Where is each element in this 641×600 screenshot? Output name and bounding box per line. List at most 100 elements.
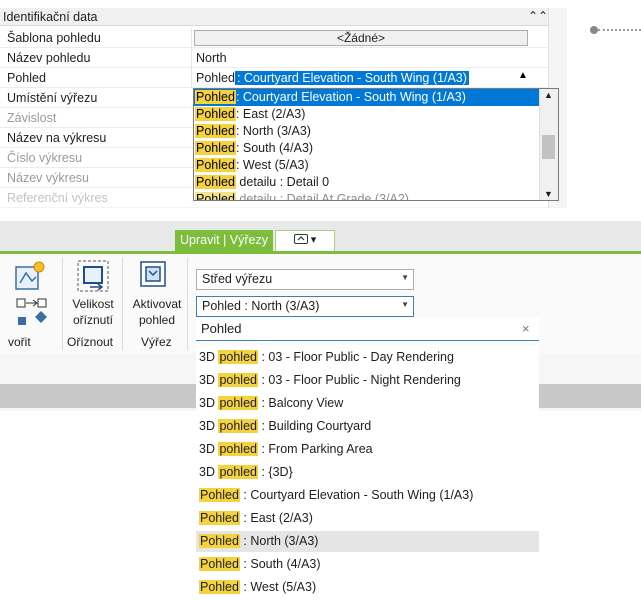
create-panel-title: vořit — [8, 335, 31, 349]
keyword-highlight: pohled — [218, 373, 258, 387]
keyword-highlight: Pohled — [199, 580, 240, 594]
keyword-highlight: Pohled — [195, 158, 236, 172]
dropdown-item-text: : East (2/A3) — [235, 107, 306, 121]
result-text: : 03 - Floor Public - Day Rendering — [258, 350, 454, 364]
search-result-item[interactable]: Pohled : West (5/A3) — [196, 577, 539, 598]
dropdown-item[interactable]: Pohled: West (5/A3) — [194, 157, 539, 174]
search-result-item[interactable]: 3D pohled : From Parking Area — [196, 439, 539, 460]
dropdown-item-text: : West (5/A3) — [235, 158, 309, 172]
clear-search-icon[interactable]: × — [522, 321, 530, 336]
search-result-item[interactable]: 3D pohled : Building Courtyard — [196, 416, 539, 437]
crop-size-icon[interactable] — [76, 259, 110, 296]
property-label: Referenční výkres — [7, 191, 108, 205]
dropdown-item[interactable]: Pohled: Courtyard Elevation - South Wing… — [194, 89, 539, 106]
keyword-highlight: Pohled — [199, 488, 240, 502]
create-view-icon[interactable] — [14, 259, 48, 296]
collapse-icon[interactable]: ⌃⌃ — [528, 9, 548, 23]
label-type-combo[interactable]: Střed výřezu ▼ — [196, 269, 414, 290]
view-template-button[interactable]: <Žádné> — [194, 30, 528, 46]
connector-line — [590, 26, 641, 34]
property-label: Závislost — [7, 111, 57, 125]
property-row-view-name: Název pohledu North — [0, 48, 548, 68]
connector-dotted-line — [598, 29, 641, 31]
view-dropdown-list[interactable]: Pohled: Courtyard Elevation - South Wing… — [193, 88, 559, 201]
keyword-highlight: Pohled — [199, 511, 240, 525]
search-result-item[interactable]: Pohled : Courtyard Elevation - South Win… — [196, 485, 539, 506]
search-result-item[interactable]: Pohled : North (3/A3) — [196, 531, 539, 552]
property-label: Název výkresu — [7, 171, 89, 185]
search-result-item[interactable]: Pohled : East (2/A3) — [196, 508, 539, 529]
tab-modify-viewports[interactable]: Upravit | Výřezy — [175, 230, 273, 251]
column-divider — [191, 48, 192, 68]
dropdown-item[interactable]: Pohled: North (3/A3) — [194, 123, 539, 140]
dropdown-item-text: detailu : Detail 0 — [235, 175, 330, 189]
result-text: : Building Courtyard — [258, 419, 372, 433]
search-result-item[interactable]: 3D pohled : 03 - Floor Public - Day Rend… — [196, 347, 539, 368]
result-prefix: 3D — [199, 350, 219, 364]
search-result-item[interactable]: Pohled : South (4/A3) — [196, 554, 539, 575]
property-label: Pohled — [7, 71, 46, 85]
chevron-down-icon[interactable]: ▼ — [401, 300, 409, 309]
properties-panel: Identifikační data ⌃⌃ Šablona pohledu <Ž… — [0, 0, 567, 208]
scroll-down-icon[interactable]: ▼ — [544, 189, 553, 199]
property-row-view: Pohled Pohled: Courtyard Elevation - Sou… — [0, 68, 548, 88]
label-type-combo-value: Střed výřezu — [202, 272, 273, 286]
keyword-highlight: pohled — [218, 442, 258, 456]
activate-view-icon[interactable] — [138, 259, 168, 294]
keyword-highlight: Pohled — [199, 557, 240, 571]
crop-size-label-2[interactable]: oříznutí — [68, 313, 118, 328]
dropdown-item-text: : North (3/A3) — [235, 124, 311, 138]
panel-separator — [187, 258, 188, 350]
result-text: : 03 - Floor Public - Night Rendering — [258, 373, 461, 387]
activate-view-label-1[interactable]: Aktivovat — [128, 297, 186, 312]
view-search-input[interactable]: Pohled × — [196, 318, 539, 341]
keyword-highlight: pohled — [218, 465, 258, 479]
arrange-icon[interactable] — [16, 297, 52, 332]
result-prefix: 3D — [199, 442, 219, 456]
result-prefix: 3D — [199, 373, 219, 387]
view-name-value[interactable]: North — [196, 51, 227, 65]
dropdown-item-text: detailu : Detail At Grade (3/A2) — [235, 192, 409, 201]
crop-panel-title: Oříznout — [67, 335, 114, 349]
tab-options-dropdown[interactable]: ▾ — [275, 230, 335, 251]
property-label: Název na výkresu — [7, 131, 107, 145]
result-text: : North (3/A3) — [239, 534, 319, 548]
dropdown-item-text: : South (4/A3) — [235, 141, 314, 155]
result-text: : {3D} — [258, 465, 293, 479]
activate-view-label-2[interactable]: pohled — [128, 313, 186, 328]
crop-size-label-1[interactable]: Velikost — [68, 297, 118, 312]
chevron-down-icon: ▾ — [310, 234, 317, 246]
search-results-list[interactable]: 3D pohled : 03 - Floor Public - Day Rend… — [196, 345, 539, 600]
result-prefix: 3D — [199, 465, 219, 479]
result-prefix: 3D — [199, 396, 219, 410]
view-combo-value[interactable]: Pohled: Courtyard Elevation - South Wing… — [196, 70, 528, 85]
dropdown-item[interactable]: Pohled: South (4/A3) — [194, 140, 539, 157]
keyword-highlight: Pohled — [195, 107, 236, 121]
keyword-highlight: pohled — [218, 396, 258, 410]
result-text: : Balcony View — [258, 396, 344, 410]
search-result-item[interactable]: 3D pohled : 03 - Floor Public - Night Re… — [196, 370, 539, 391]
chevron-up-icon[interactable]: ▲ — [518, 70, 528, 81]
dropdown-item[interactable]: Pohled detailu : Detail At Grade (3/A2) — [194, 191, 539, 201]
scroll-up-icon[interactable]: ▲ — [544, 90, 553, 100]
keyword-highlight: Pohled — [195, 192, 236, 200]
panel-separator — [122, 258, 123, 350]
scroll-thumb[interactable] — [542, 135, 555, 159]
search-result-item[interactable]: 3D pohled : Balcony View — [196, 393, 539, 414]
result-text: : East (2/A3) — [239, 511, 313, 525]
result-prefix: 3D — [199, 419, 219, 433]
property-label: Umístění výřezu — [7, 91, 98, 105]
dropdown-scrollbar[interactable]: ▲ ▼ — [539, 89, 558, 200]
view-type-combo[interactable]: Pohled : North (3/A3) ▼ — [196, 296, 414, 317]
group-header-identity-data[interactable]: Identifikační data ⌃⌃ — [0, 8, 548, 26]
dropdown-item[interactable]: Pohled detailu : Detail 0 — [194, 174, 539, 191]
keyword-highlight: Pohled — [195, 90, 236, 104]
keyword-highlight: pohled — [218, 350, 258, 364]
dropdown-item[interactable]: Pohled: East (2/A3) — [194, 106, 539, 123]
panel-separator — [62, 258, 63, 350]
column-divider — [191, 28, 192, 48]
property-row-view-template: Šablona pohledu <Žádné> — [0, 28, 548, 48]
view-value-prefix: Pohled — [196, 71, 235, 85]
search-result-item[interactable]: 3D pohled : {3D} — [196, 462, 539, 483]
chevron-down-icon[interactable]: ▼ — [401, 273, 409, 282]
